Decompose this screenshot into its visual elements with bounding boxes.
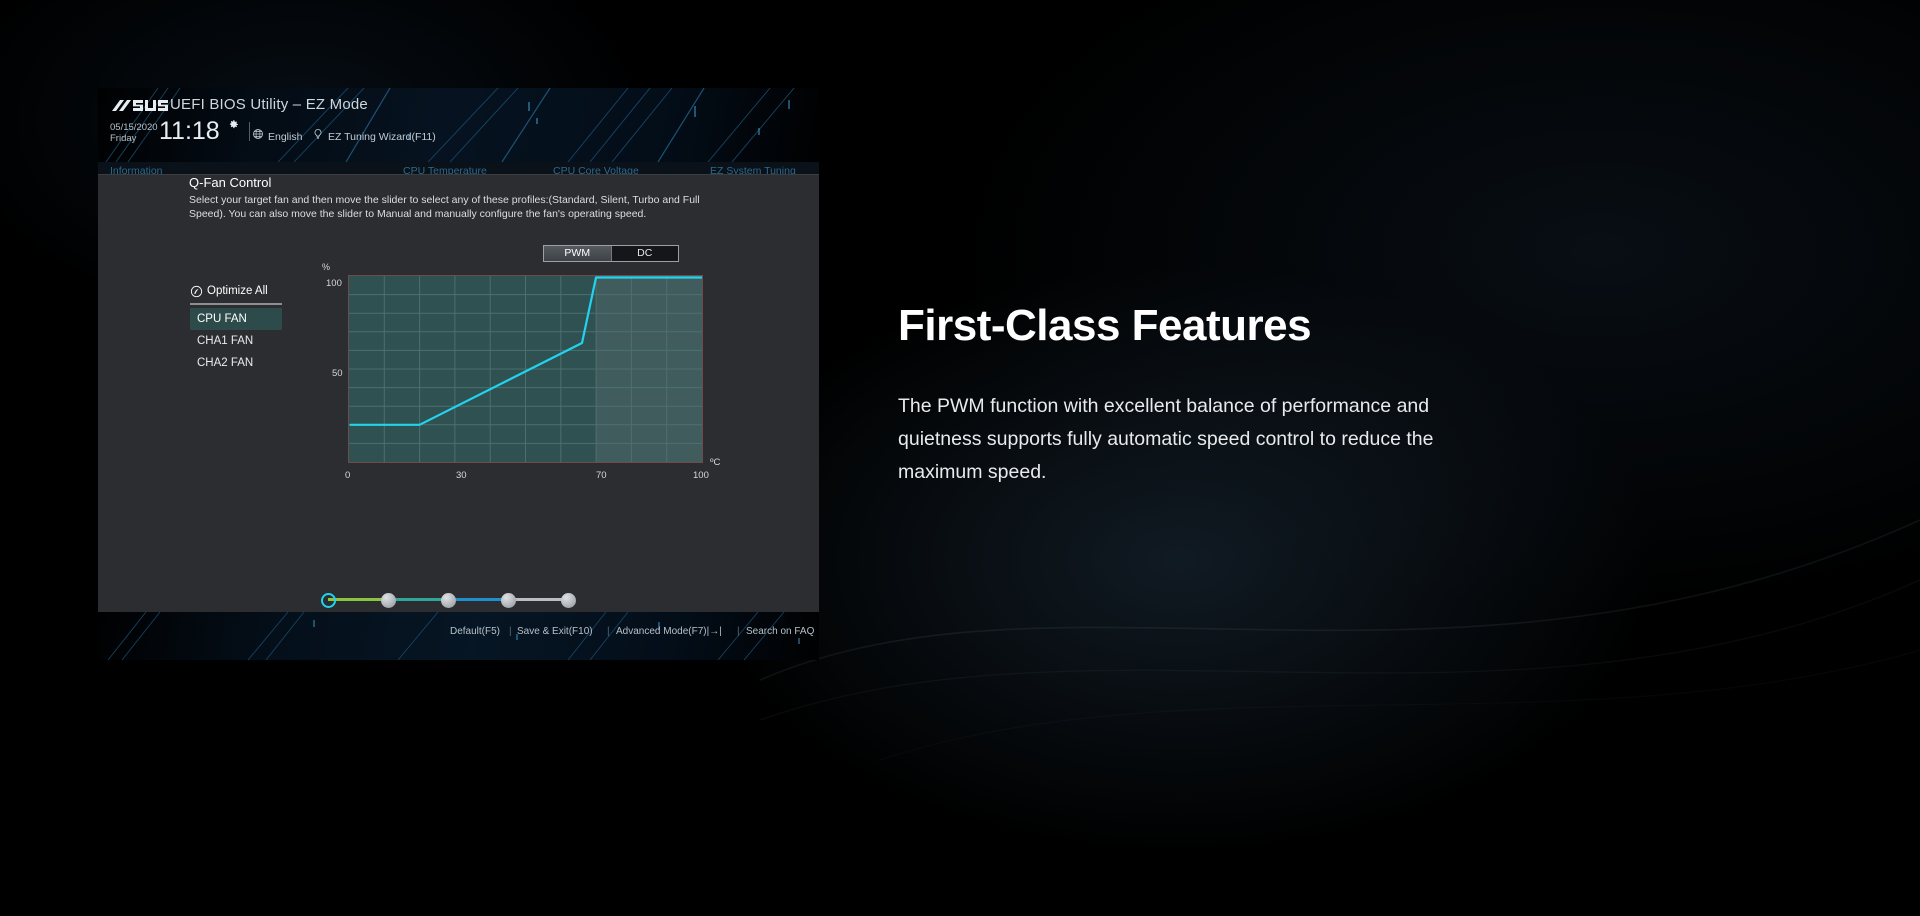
language-label[interactable]: English (268, 131, 302, 143)
chart-x-unit: ºC (710, 457, 721, 468)
dialog-title: Q-Fan Control (189, 175, 272, 190)
slider-node-silent[interactable] (381, 593, 396, 608)
chart-ytick-50: 50 (332, 368, 343, 379)
chart-y-unit: % (322, 262, 331, 272)
bios-date: 05/15/2020 (110, 122, 158, 133)
slider-node-standard[interactable] (321, 593, 336, 608)
slider-node-full-speed[interactable] (501, 593, 516, 608)
fan-item-cpu-fan[interactable]: CPU FAN (190, 308, 282, 330)
chart-svg (349, 276, 702, 462)
slider-node-manual[interactable] (561, 593, 576, 608)
chart-xtick-0: 0 (345, 470, 351, 481)
page-title: First-Class Features (898, 301, 1312, 350)
optimize-icon (190, 285, 203, 297)
footer-advanced-mode-f7[interactable]: Advanced Mode(F7)|→| (616, 626, 722, 637)
footer-separator-1: | (509, 626, 512, 637)
lightbulb-icon[interactable] (312, 128, 324, 140)
globe-icon[interactable] (252, 128, 264, 140)
bios-header: UEFI BIOS Utility – EZ Mode 05/15/2020 F… (98, 88, 819, 162)
optimize-all-button[interactable]: Optimize All (190, 282, 282, 300)
footer-separator-3: | (737, 626, 740, 637)
footer-save-exit-f10[interactable]: Save & Exit(F10) (517, 626, 593, 637)
toggle-option-dc[interactable]: DC (611, 246, 678, 261)
bios-screenshot-panel: UEFI BIOS Utility – EZ Mode 05/15/2020 F… (98, 88, 819, 660)
chart-plot-area[interactable] (348, 275, 703, 463)
q-fan-control-dialog: Q-Fan Control Select your target fan and… (98, 174, 819, 625)
footer-separator-2: | (607, 626, 610, 637)
optimize-all-label: Optimize All (207, 285, 268, 297)
marketing-body-text: The PWM function with excellent balance … (898, 395, 1434, 483)
header-divider (249, 122, 250, 141)
footer-default-f5[interactable]: Default(F5) (450, 626, 500, 637)
slider-segment-4 (508, 598, 568, 601)
gear-icon[interactable] (227, 118, 240, 131)
slider-segment-3 (448, 598, 508, 601)
bios-clock: 11:18 (159, 117, 220, 145)
fan-curve-chart: % 100 50 0 30 70 100 ºC (320, 262, 721, 567)
bios-title: UEFI BIOS Utility – EZ Mode (170, 96, 368, 113)
slider-node-turbo[interactable] (441, 593, 456, 608)
footer-search-on-faq[interactable]: Search on FAQ (746, 626, 814, 637)
slider-segment-1 (328, 598, 388, 601)
toggle-option-pwm[interactable]: PWM (544, 246, 612, 261)
asus-logo (112, 100, 168, 111)
fan-item-cha1-fan[interactable]: CHA1 FAN (190, 330, 282, 352)
ez-tuning-wizard-label[interactable]: EZ Tuning Wizard(F11) (328, 131, 436, 143)
chart-ytick-100: 100 (326, 278, 342, 289)
bios-footer: Default(F5) | Save & Exit(F10) | Advance… (98, 612, 819, 660)
chart-xtick-30: 30 (456, 470, 467, 481)
fan-item-cha2-fan[interactable]: CHA2 FAN (190, 352, 282, 374)
chart-xtick-100: 100 (693, 470, 709, 481)
optimize-divider (190, 303, 282, 305)
chart-xtick-70: 70 (596, 470, 607, 481)
dialog-description: Select your target fan and then move the… (189, 194, 700, 220)
page-root: UEFI BIOS Utility – EZ Mode 05/15/2020 F… (0, 0, 1920, 916)
pwm-dc-toggle: PWM DC (543, 245, 679, 262)
bios-day: Friday (110, 133, 137, 144)
slider-segment-2 (388, 598, 448, 601)
fan-list: CPU FAN CHA1 FAN CHA2 FAN (190, 308, 282, 374)
